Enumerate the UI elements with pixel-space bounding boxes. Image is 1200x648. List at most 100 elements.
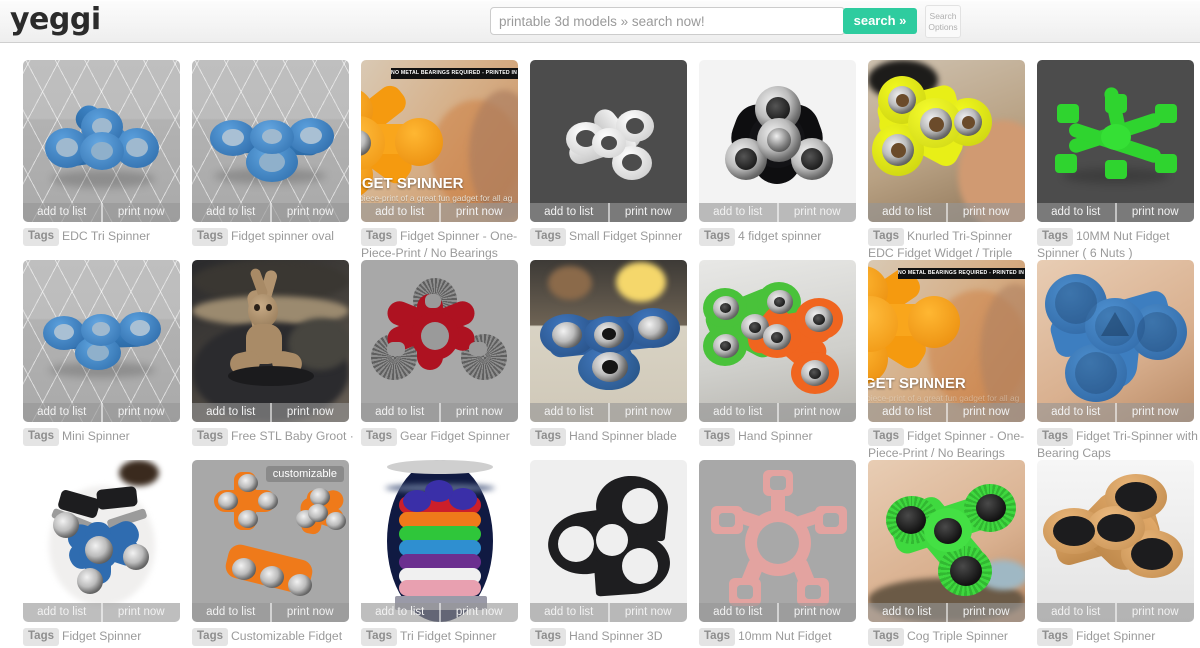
- result-thumbnail[interactable]: add to list print now: [699, 60, 856, 222]
- add-to-list-button[interactable]: add to list: [530, 203, 608, 222]
- tags-badge[interactable]: Tags: [868, 428, 904, 446]
- search-button[interactable]: search »: [843, 8, 917, 34]
- tags-badge[interactable]: Tags: [1037, 428, 1073, 446]
- result-card[interactable]: add to list print now Tags Hand Spinner: [676, 260, 856, 460]
- add-to-list-button[interactable]: add to list: [361, 403, 439, 422]
- add-to-list-button[interactable]: add to list: [1037, 403, 1115, 422]
- result-card[interactable]: add to list print now Tags Fidget spinner…: [169, 60, 349, 260]
- add-to-list-button[interactable]: add to list: [23, 203, 101, 222]
- result-thumbnail[interactable]: add to list print now: [868, 460, 1025, 622]
- result-title[interactable]: Fidget Spinner: [1076, 629, 1155, 643]
- result-thumbnail[interactable]: add to list print now: [699, 460, 856, 622]
- result-card[interactable]: add to list print now Tags Fidget Tri-Spi…: [1014, 260, 1198, 460]
- tags-badge[interactable]: Tags: [23, 428, 59, 446]
- tags-badge[interactable]: Tags: [23, 628, 59, 646]
- result-thumbnail[interactable]: add to list print now: [530, 460, 687, 622]
- search-options-button[interactable]: Search Options: [925, 5, 961, 38]
- add-to-list-button[interactable]: add to list: [1037, 203, 1115, 222]
- result-title[interactable]: Hand Spinner: [738, 429, 813, 443]
- result-card[interactable]: add to list print now Tags Gear Fidget Sp…: [338, 260, 518, 460]
- tags-badge[interactable]: Tags: [192, 228, 228, 246]
- add-to-list-button[interactable]: add to list: [361, 203, 439, 222]
- add-to-list-button[interactable]: add to list: [1037, 603, 1115, 622]
- result-thumbnail[interactable]: add to list print now: [192, 260, 349, 422]
- add-to-list-button[interactable]: add to list: [699, 603, 777, 622]
- add-to-list-button[interactable]: add to list: [23, 403, 101, 422]
- tags-badge[interactable]: Tags: [361, 428, 397, 446]
- tags-badge[interactable]: Tags: [868, 628, 904, 646]
- result-title[interactable]: Gear Fidget Spinner: [400, 429, 510, 443]
- tags-badge[interactable]: Tags: [868, 228, 904, 246]
- result-card[interactable]: add to list print now Tags Fidget Spinner…: [0, 460, 180, 648]
- result-thumbnail[interactable]: add to list print now: [868, 60, 1025, 222]
- tags-badge[interactable]: Tags: [530, 428, 566, 446]
- result-card[interactable]: add to list print now Tags Knurled Tri-Sp…: [845, 60, 1025, 274]
- add-to-list-button[interactable]: add to list: [23, 603, 101, 622]
- result-card[interactable]: add to list print now Tags Small Fidget S…: [507, 60, 687, 260]
- result-thumbnail[interactable]: add to list print now: [23, 60, 180, 222]
- tags-badge[interactable]: Tags: [1037, 228, 1073, 246]
- result-title[interactable]: Hand Spinner blade: [569, 429, 677, 443]
- result-thumbnail[interactable]: NO METAL BEARINGS REQUIRED - PRINTED IN …: [868, 260, 1025, 422]
- result-title[interactable]: 4 fidget spinner: [738, 229, 821, 243]
- add-to-list-button[interactable]: add to list: [192, 603, 270, 622]
- tags-badge[interactable]: Tags: [699, 428, 735, 446]
- add-to-list-button[interactable]: add to list: [868, 203, 946, 222]
- tags-badge[interactable]: Tags: [192, 628, 228, 646]
- result-title[interactable]: Small Fidget Spinner: [569, 229, 682, 243]
- print-now-button[interactable]: print now: [1114, 203, 1195, 222]
- add-to-list-button[interactable]: add to list: [530, 403, 608, 422]
- tags-badge[interactable]: Tags: [530, 628, 566, 646]
- tags-badge[interactable]: Tags: [699, 228, 735, 246]
- result-title[interactable]: Mini Spinner: [62, 429, 130, 443]
- add-to-list-button[interactable]: add to list: [530, 603, 608, 622]
- tags-badge[interactable]: Tags: [361, 228, 397, 246]
- result-thumbnail[interactable]: add to list print now: [530, 60, 687, 222]
- add-to-list-button[interactable]: add to list: [699, 203, 777, 222]
- print-now-button[interactable]: print now: [1114, 403, 1195, 422]
- tags-badge[interactable]: Tags: [699, 628, 735, 646]
- result-thumbnail[interactable]: add to list print now: [23, 260, 180, 422]
- print-now-button[interactable]: print now: [1114, 603, 1195, 622]
- result-title[interactable]: Cog Triple Spinner: [907, 629, 1008, 643]
- result-thumbnail[interactable]: add to list print now: [361, 260, 518, 422]
- result-thumbnail[interactable]: add to list print now: [192, 60, 349, 222]
- result-card[interactable]: add to list print now Tags Cog Triple Spi…: [845, 460, 1025, 648]
- result-thumbnail[interactable]: add to list print now: [699, 260, 856, 422]
- tags-badge[interactable]: Tags: [23, 228, 59, 246]
- tags-badge[interactable]: Tags: [192, 428, 228, 446]
- result-thumbnail[interactable]: add to list print now: [1037, 260, 1194, 422]
- tags-badge[interactable]: Tags: [530, 228, 566, 246]
- result-thumbnail[interactable]: add to list print now: [23, 460, 180, 622]
- result-card[interactable]: NO METAL BEARINGS REQUIRED - PRINTED IN …: [338, 60, 518, 274]
- result-card[interactable]: add to list print now Tags Free STL Baby …: [169, 260, 354, 460]
- site-logo[interactable]: yeggi: [10, 2, 101, 37]
- add-to-list-button[interactable]: add to list: [868, 603, 946, 622]
- result-card[interactable]: add to list print now Tags 10MM Nut Fidge…: [1014, 60, 1194, 260]
- search-bar[interactable]: [490, 7, 845, 35]
- result-card[interactable]: NO METAL BEARINGS REQUIRED - PRINTED IN …: [845, 260, 1025, 474]
- result-thumbnail[interactable]: customizable add to list print now: [192, 460, 349, 622]
- add-to-list-button[interactable]: add to list: [192, 203, 270, 222]
- result-card[interactable]: add to list print now Tags Mini Spinner: [0, 260, 180, 460]
- result-thumbnail[interactable]: add to list print now: [361, 460, 518, 622]
- result-thumbnail[interactable]: NO METAL BEARINGS REQUIRED - PRINTED IN …: [361, 60, 518, 222]
- result-title[interactable]: EDC Tri Spinner: [62, 229, 150, 243]
- result-card[interactable]: add to list print now Tags 10mm Nut Fidge…: [676, 460, 856, 648]
- search-input[interactable]: [491, 8, 844, 34]
- result-thumbnail[interactable]: add to list print now: [1037, 60, 1194, 222]
- tags-badge[interactable]: Tags: [1037, 628, 1073, 646]
- result-card[interactable]: add to list print now Tags 4 fidget spinn…: [676, 60, 856, 260]
- result-card[interactable]: add to list print now Tags Hand Spinner b…: [507, 260, 687, 460]
- add-to-list-button[interactable]: add to list: [868, 403, 946, 422]
- result-card[interactable]: add to list print now Tags Tri Fidget Spi…: [338, 460, 518, 648]
- result-card[interactable]: add to list print now Tags EDC Tri Spinne…: [0, 60, 180, 260]
- result-thumbnail[interactable]: add to list print now: [1037, 460, 1194, 622]
- result-title[interactable]: Free STL Baby Groot ·: [231, 429, 354, 443]
- result-thumbnail[interactable]: add to list print now: [530, 260, 687, 422]
- result-card[interactable]: add to list print now Tags Hand Spinner 3…: [507, 460, 687, 648]
- add-to-list-button[interactable]: add to list: [361, 603, 439, 622]
- tags-badge[interactable]: Tags: [361, 628, 397, 646]
- result-card[interactable]: add to list print now Tags Fidget Spinner: [1014, 460, 1194, 648]
- add-to-list-button[interactable]: add to list: [699, 403, 777, 422]
